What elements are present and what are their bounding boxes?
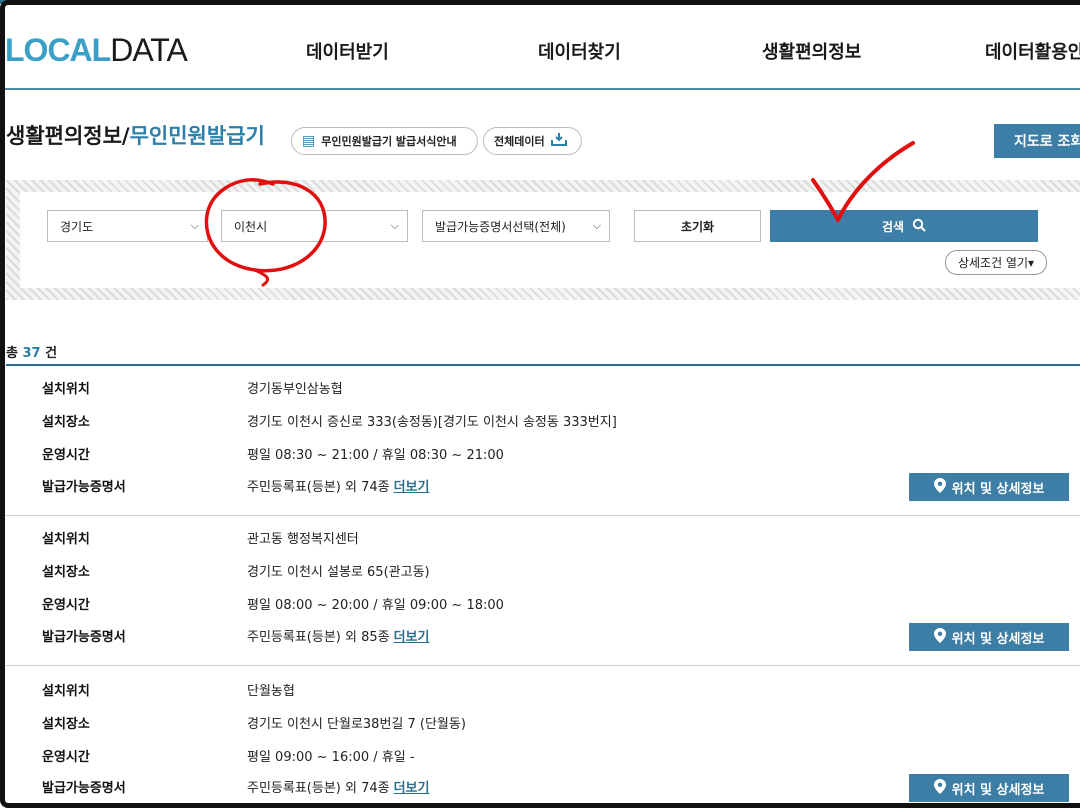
item-hours: 평일 08:00 ~ 20:00 / 휴일 09:00 ~ 18:00 [247,598,504,613]
all-data-button[interactable]: 전체데이터 [483,127,582,155]
item-certs: 주민등록표(등본) 외 74종 [247,781,390,796]
city-select[interactable]: 이천시 ⌵ [221,210,408,242]
province-select[interactable]: 경기도 ⌵ [47,210,208,242]
nav-data-download[interactable]: 데이터받기 [306,38,389,64]
detail-conditions-toggle[interactable]: 상세조건 열기▾ [945,250,1047,275]
item-certs: 주민등록표(등본) 외 74종 [247,480,390,495]
reset-button[interactable]: 초기화 [634,210,761,242]
search-icon [912,218,926,235]
item-place: 경기도 이천시 설봉로 65(관고동) [247,565,430,580]
chevron-down-icon: ⌵ [390,219,399,232]
item-hours: 평일 08:30 ~ 21:00 / 휴일 08:30 ~ 21:00 [247,448,504,463]
guide-button[interactable]: ▤ 무인민원발급기 발급서식안내 [291,127,478,155]
item-location: 단월농협 [247,684,295,699]
more-link[interactable]: 더보기 [394,480,430,495]
chevron-down-icon: ⌵ [592,219,601,232]
item-hours: 평일 09:00 ~ 16:00 / 휴일 - [247,750,415,765]
map-pin-icon [933,477,946,497]
nav-data-usage[interactable]: 데이터활용안 [985,38,1080,64]
nav-data-find[interactable]: 데이터찾기 [538,38,621,64]
chevron-down-icon: ⌵ [190,219,199,232]
location-detail-button[interactable]: 위치 및 상세정보 [909,473,1069,501]
item-place: 경기도 이천시 단월로38번길 7 (단월동) [247,717,466,732]
site-logo[interactable]: LOCALDATA [5,32,188,69]
page-title: 생활편의정보/무인민원발급기 [6,124,265,148]
map-view-button[interactable]: 지도로 조회 [994,124,1080,158]
certificate-select[interactable]: 발급가능증명서선택(전체) ⌵ [422,210,610,242]
more-link[interactable]: 더보기 [394,630,430,645]
nav-life-info[interactable]: 생활편의정보 [762,38,861,64]
result-count: 총 37 건 [6,346,58,361]
document-icon: ▤ [302,133,316,149]
site-header: LOCALDATA 데이터받기 데이터찾기 생활편의정보 데이터활용안 [0,4,1080,90]
more-link[interactable]: 더보기 [394,781,430,796]
item-location: 관고동 행정복지센터 [247,532,359,547]
search-button[interactable]: 검색 [770,210,1038,242]
location-detail-button[interactable]: 위치 및 상세정보 [909,774,1069,802]
item-place: 경기도 이천시 증신로 333(송정동)[경기도 이천시 송정동 333번지] [247,415,617,430]
map-pin-icon [933,778,946,798]
download-icon [550,132,567,150]
list-item: 설치위치 관고동 행정복지센터 설치장소 경기도 이천시 설봉로 65(관고동) 운… [6,516,1080,666]
item-certs: 주민등록표(등본) 외 85종 [247,630,390,645]
list-item: 설치위치 경기동부인삼농협 설치장소 경기도 이천시 증신로 333(송정동)[경기… [6,366,1080,516]
list-item: 설치위치 단월농협 설치장소 경기도 이천시 단월로38번길 7 (단월동) 운영시… [6,666,1080,808]
item-location: 경기동부인삼농협 [247,382,343,397]
map-pin-icon [933,627,946,647]
location-detail-button[interactable]: 위치 및 상세정보 [909,623,1069,651]
